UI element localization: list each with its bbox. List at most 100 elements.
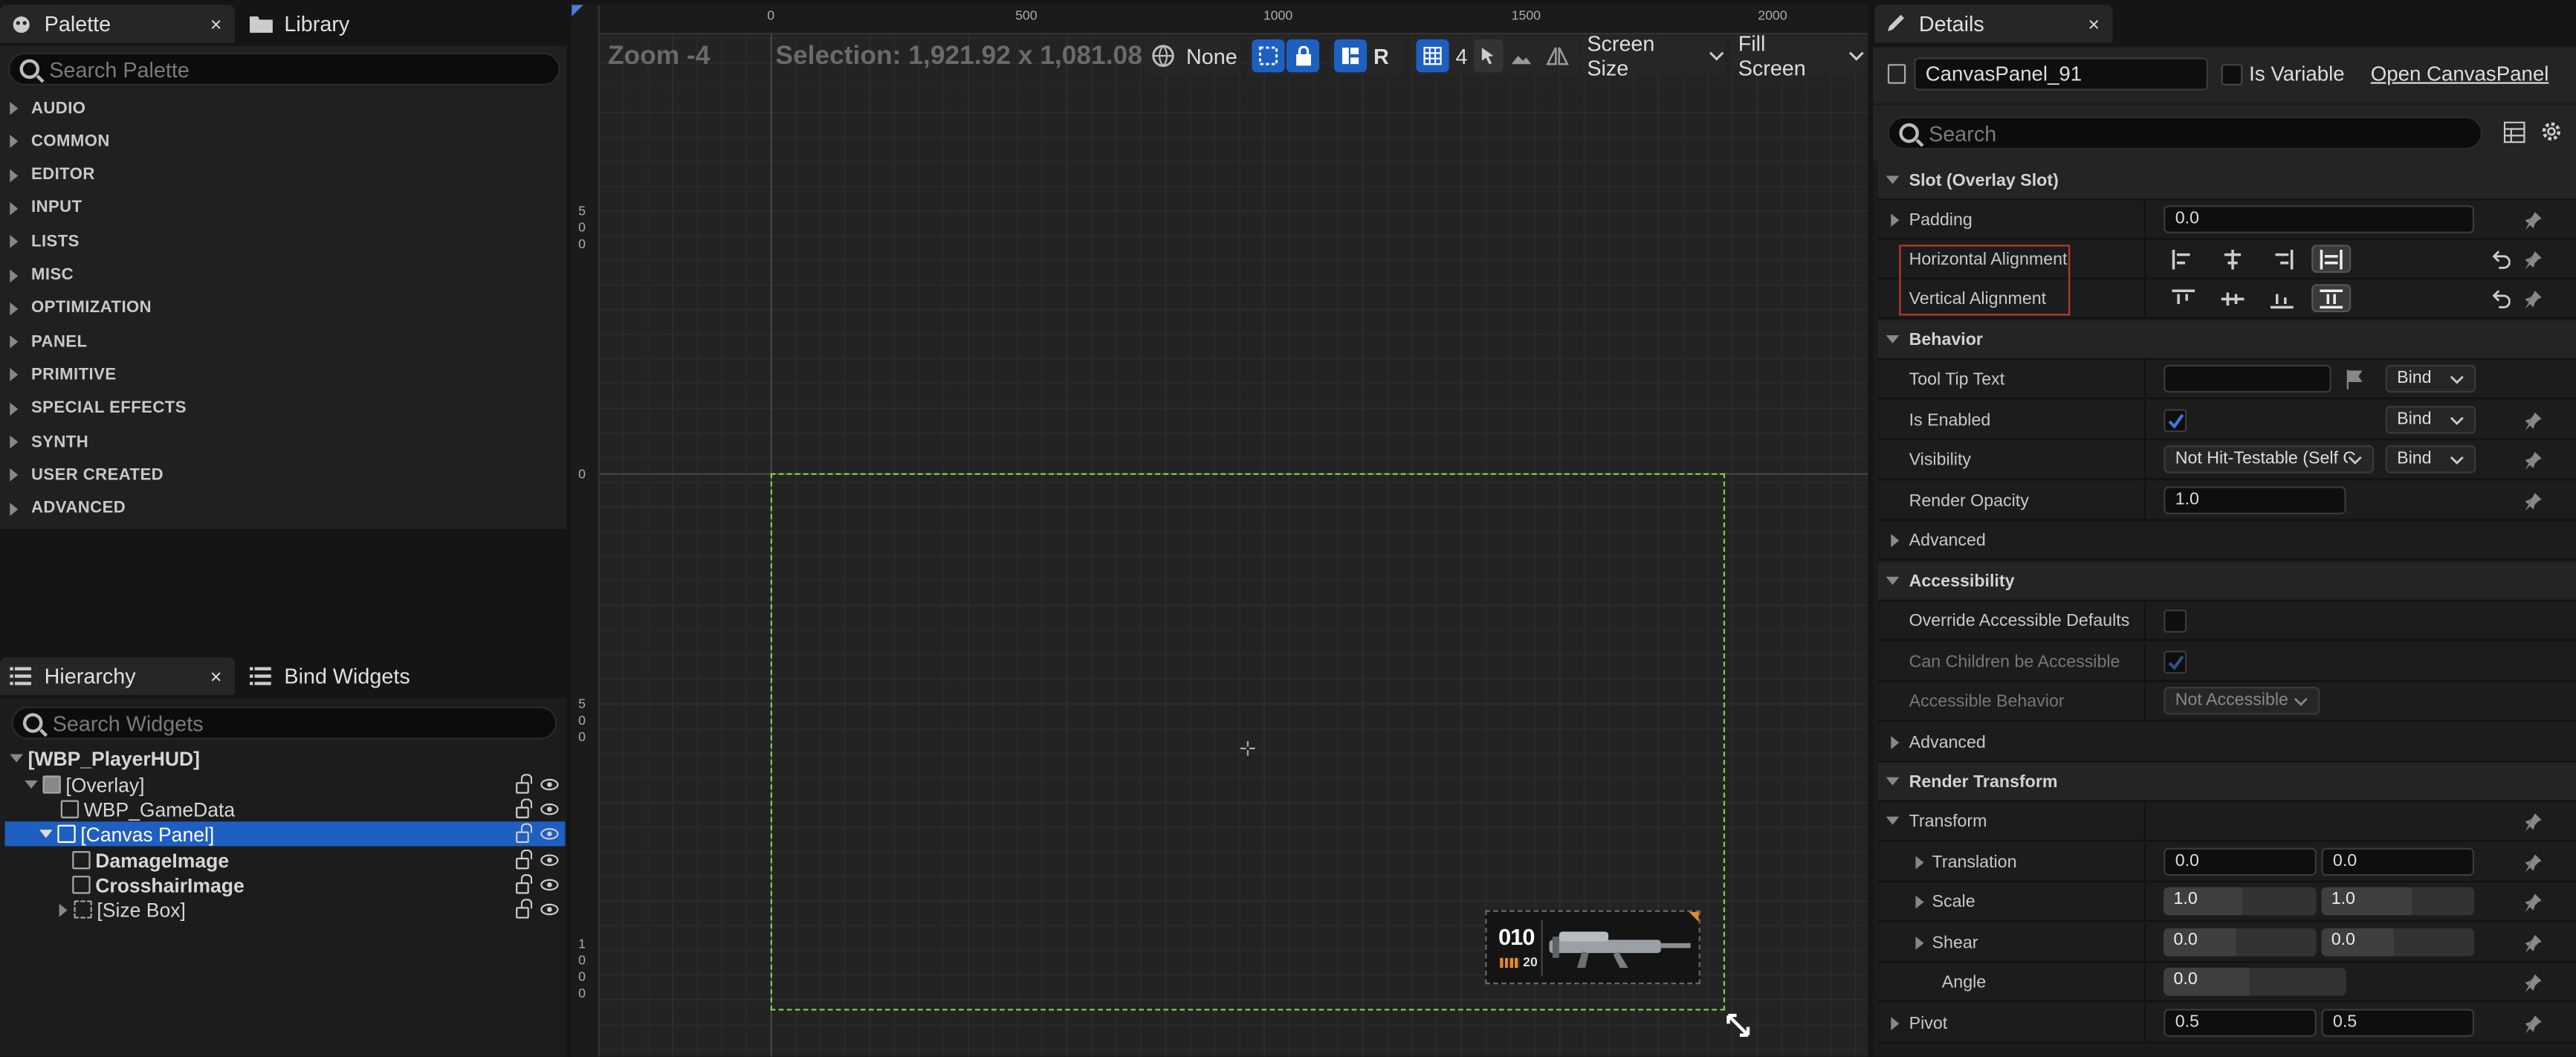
open-canvaspanel-link[interactable]: Open CanvasPanel — [2371, 62, 2549, 85]
lock-icon[interactable] — [516, 898, 533, 918]
eye-icon[interactable] — [540, 879, 559, 891]
shear-x-slider[interactable]: 0.0 — [2164, 928, 2317, 957]
palette-category-audio[interactable]: AUDIO — [0, 92, 565, 125]
is-enabled-bind-dropdown[interactable]: Bind — [2385, 405, 2476, 434]
close-icon[interactable]: × — [210, 13, 222, 36]
row-advanced-accessibility[interactable]: Advanced — [1877, 723, 2576, 763]
override-accessible-checkbox[interactable] — [2164, 610, 2187, 633]
tree-item-canvas-panel[interactable]: [Canvas Panel] — [4, 821, 566, 847]
tab-palette[interactable]: Palette × — [0, 4, 236, 43]
palette-category-optimization[interactable]: OPTIMIZATION — [0, 292, 565, 325]
row-advanced-behavior[interactable]: Advanced — [1877, 520, 2576, 560]
table-view-icon[interactable] — [2503, 121, 2525, 143]
palette-category-special-effects[interactable]: SPECIAL EFFECTS — [0, 392, 565, 425]
tree-item-wbp-playerhud[interactable]: [WBP_PlayerHUD] — [5, 746, 566, 771]
mirror-icon[interactable] — [1540, 39, 1576, 72]
palette-category-editor[interactable]: EDITOR — [0, 159, 565, 192]
palette-category-advanced[interactable]: ADVANCED — [0, 492, 565, 525]
tree-item-overlay[interactable]: [Overlay] — [5, 772, 566, 797]
palette-category-lists[interactable]: LISTS — [0, 225, 565, 258]
pin-icon[interactable] — [2523, 812, 2543, 832]
hierarchy-search-input[interactable]: Search Widgets — [11, 706, 557, 740]
section-behavior[interactable]: Behavior — [1877, 320, 2576, 361]
pin-icon[interactable] — [2523, 853, 2543, 873]
align-fill-h-button[interactable] — [2311, 245, 2352, 273]
details-search-input[interactable]: Search — [1887, 116, 2483, 150]
pin-icon[interactable] — [2523, 210, 2543, 230]
eye-icon[interactable] — [540, 854, 559, 866]
align-left-button[interactable] — [2164, 245, 2203, 273]
align-center-v-button[interactable] — [2213, 284, 2253, 312]
palette-category-primitive[interactable]: PRIMITIVE — [0, 359, 565, 392]
reset-icon[interactable] — [2492, 289, 2511, 309]
pin-icon[interactable] — [2523, 1014, 2543, 1034]
tree-item-crosshairimage[interactable]: CrosshairImage — [5, 873, 566, 897]
pivot-y-input[interactable]: 0.5 — [2321, 1009, 2475, 1037]
layout-mode-button[interactable] — [1333, 39, 1368, 73]
localization-dropdown[interactable]: None — [1145, 36, 1240, 76]
tab-details[interactable]: Details × — [1874, 4, 2113, 43]
align-bottom-button[interactable] — [2262, 284, 2302, 312]
translation-y-input[interactable]: 0.0 — [2321, 847, 2475, 876]
scale-y-slider[interactable]: 1.0 — [2321, 887, 2475, 916]
tree-item-damageimage[interactable]: DamageImage — [5, 848, 566, 873]
screen-size-dropdown[interactable]: Screen Size — [1580, 31, 1726, 80]
grid-count[interactable]: 4 — [1449, 39, 1475, 72]
tree-item-wbp-gamedata[interactable]: WBP_GameData — [5, 797, 566, 821]
grid-snap-button[interactable] — [1416, 39, 1449, 73]
translation-x-input[interactable]: 0.0 — [2164, 847, 2317, 876]
pin-icon[interactable] — [2523, 289, 2543, 309]
tab-bind-widgets[interactable]: Bind Widgets — [240, 657, 470, 695]
section-slot[interactable]: Slot (Overlay Slot) — [1877, 161, 2576, 201]
visibility-bind-dropdown[interactable]: Bind — [2385, 445, 2476, 473]
palette-category-synth[interactable]: SYNTH — [0, 426, 565, 459]
section-accessibility[interactable]: Accessibility — [1877, 561, 2576, 602]
palette-category-user-created[interactable]: USER CREATED — [0, 459, 565, 491]
lock-icon[interactable] — [516, 822, 533, 842]
gear-icon[interactable] — [2540, 120, 2563, 143]
render-opacity-input[interactable]: 1.0 — [2164, 486, 2346, 514]
marquee-select-button[interactable] — [1252, 39, 1285, 73]
angle-slider[interactable]: 0.0 — [2164, 967, 2346, 996]
visibility-dropdown[interactable]: Not Hit-Testable (Self O — [2164, 445, 2375, 473]
tree-item-size-box[interactable]: [Size Box] — [5, 897, 566, 922]
palette-category-misc[interactable]: MISC — [0, 259, 565, 291]
row-transform[interactable]: Transform — [1877, 801, 2576, 841]
eye-hidden-icon[interactable] — [540, 803, 559, 815]
close-icon[interactable]: × — [210, 665, 222, 688]
eye-icon[interactable] — [540, 778, 559, 791]
align-top-button[interactable] — [2164, 284, 2203, 312]
lock-icon[interactable] — [516, 798, 533, 818]
lock-icon[interactable] — [516, 873, 533, 893]
lock-toggle-button[interactable] — [1286, 39, 1320, 73]
pivot-x-input[interactable]: 0.5 — [2164, 1009, 2317, 1037]
pin-icon[interactable] — [2523, 934, 2543, 954]
palette-category-input[interactable]: INPUT — [0, 192, 565, 224]
cursor-icon[interactable] — [1474, 39, 1504, 73]
palette-category-panel[interactable]: PANEL — [0, 326, 565, 358]
align-center-h-button[interactable] — [2213, 245, 2253, 273]
is-variable-checkbox[interactable] — [2221, 64, 2243, 85]
flag-icon[interactable] — [2344, 369, 2364, 389]
resize-handle-icon[interactable] — [1725, 1012, 1751, 1038]
close-icon[interactable]: × — [2088, 13, 2100, 36]
eye-icon[interactable] — [540, 828, 559, 840]
palette-search-input[interactable]: Search Palette — [8, 52, 560, 85]
image-icon[interactable] — [1504, 39, 1540, 72]
widget-name-input[interactable]: CanvasPanel_91 — [1914, 57, 2208, 91]
pin-icon[interactable] — [2523, 491, 2543, 511]
lock-icon[interactable] — [516, 773, 533, 793]
pin-icon[interactable] — [2523, 892, 2543, 912]
pin-icon[interactable] — [2523, 411, 2543, 431]
reset-icon[interactable] — [2492, 250, 2511, 270]
is-enabled-checkbox[interactable] — [2164, 409, 2187, 433]
tab-hierarchy[interactable]: Hierarchy × — [0, 657, 236, 696]
padding-input[interactable]: 0.0 — [2164, 205, 2475, 233]
tooltip-bind-dropdown[interactable]: Bind — [2385, 364, 2476, 393]
shear-y-slider[interactable]: 0.0 — [2321, 928, 2475, 957]
tooltip-input[interactable] — [2164, 364, 2331, 393]
fill-screen-dropdown[interactable]: Fill Screen — [1731, 31, 1865, 80]
eye-icon[interactable] — [540, 903, 559, 916]
r-button[interactable]: R — [1367, 39, 1395, 72]
lock-icon[interactable] — [516, 848, 533, 869]
